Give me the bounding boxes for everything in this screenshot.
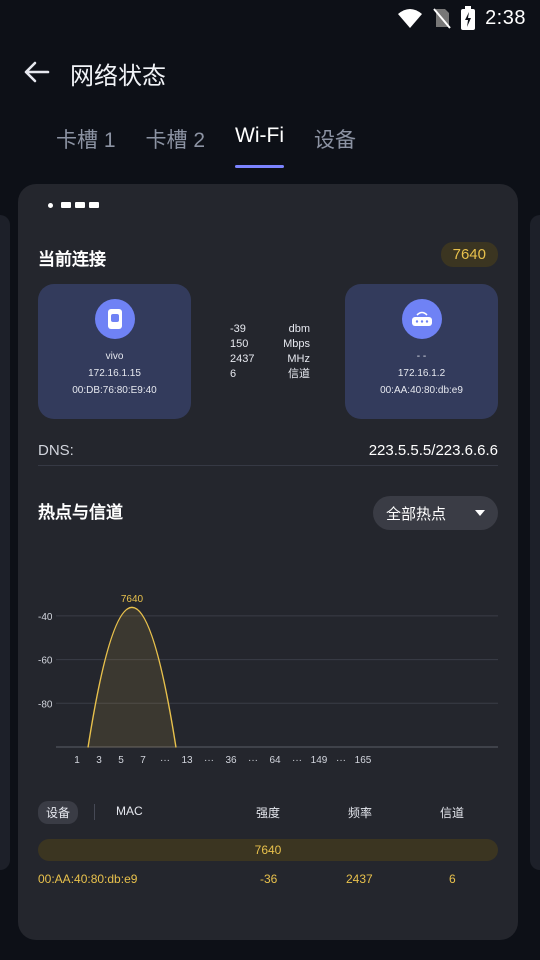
channel-value: 6 <box>230 368 237 380</box>
arrow-left-icon <box>24 61 50 83</box>
x-tick-label: ··· <box>292 755 302 766</box>
channel-column-header: 信道 <box>440 806 465 820</box>
adjacent-card-right[interactable] <box>530 215 540 870</box>
connection-panel: vivo 172.16.1.15 00:DB:76:80:E9:40 -39 db… <box>38 284 498 419</box>
x-tick-label: ··· <box>248 755 258 766</box>
client-name: vivo <box>105 351 124 362</box>
adjacent-card-left[interactable] <box>0 215 10 870</box>
x-tick-label: ··· <box>160 755 170 766</box>
frequency-unit: MHz <box>287 353 310 365</box>
tab-wifi[interactable]: Wi-Fi <box>235 124 284 168</box>
page-title: 网络状态 <box>70 63 166 90</box>
app-header: 网络状态 <box>0 50 540 94</box>
wifi-icon <box>398 9 423 28</box>
x-tick-label: 36 <box>225 755 237 766</box>
speed-unit: Mbps <box>283 338 310 350</box>
link-stats: -39 dbm 150 Mbps 2437 MHz 6 信道 <box>230 322 310 382</box>
hotspot-filter-value: 全部热点 <box>386 505 447 523</box>
dns-label: DNS: <box>38 442 74 459</box>
status-bar: 2:38 <box>0 0 540 36</box>
y-tick-label: -40 <box>38 612 53 623</box>
hotspot-filter-dropdown[interactable]: 全部热点 <box>373 496 498 530</box>
series-label: 7640 <box>121 594 144 605</box>
row-channel: 6 <box>449 872 456 886</box>
x-tick-label: ··· <box>204 755 214 766</box>
cut-off-header-text <box>48 202 99 208</box>
signal-value: -39 <box>230 323 246 335</box>
table-row[interactable]: 00:AA:40:80:db:e9 -36 2437 6 <box>38 870 498 890</box>
x-tick-label: 1 <box>74 755 80 766</box>
row-strength: -36 <box>260 872 278 886</box>
wifi-card: 当前连接 7640 vivo 172.16.1.15 00:DB:76:80:E… <box>18 184 518 940</box>
current-connection-title: 当前连接 <box>38 250 106 269</box>
y-tick-label: -60 <box>38 656 53 667</box>
phone-icon <box>94 299 135 339</box>
caret-down-icon <box>475 510 485 516</box>
battery-charging-icon <box>461 6 476 30</box>
x-tick-label: 13 <box>181 755 193 766</box>
client-device-box[interactable]: vivo 172.16.1.15 00:DB:76:80:E9:40 <box>38 284 191 419</box>
series-curve <box>87 606 177 748</box>
dns-value: 223.5.5.5/223.6.6.6 <box>368 442 498 459</box>
speed-value: 150 <box>230 338 249 350</box>
client-mac: 00:DB:76:80:E9:40 <box>72 385 157 396</box>
no-sim-icon <box>433 8 451 29</box>
dns-row: DNS: 223.5.5.5/223.6.6.6 <box>38 436 498 466</box>
clock: 2:38 <box>485 6 526 29</box>
client-ip: 172.16.1.15 <box>88 368 141 379</box>
device-column-chip[interactable]: 设备 <box>38 801 79 824</box>
tab-sim-1[interactable]: 卡槽 1 <box>56 124 116 168</box>
x-tick-label: 7 <box>140 755 146 766</box>
signal-unit: dbm <box>288 323 310 335</box>
tab-devices[interactable]: 设备 <box>314 124 356 168</box>
tab-bar: 卡槽 1 卡槽 2 Wi-Fi 设备 <box>56 124 356 168</box>
y-tick-label: -80 <box>38 699 53 710</box>
hotspot-table-header: 设备 MAC 强度 频率 信道 <box>38 801 498 824</box>
channel-unit: 信道 <box>288 368 310 380</box>
x-tick-label: 3 <box>96 755 102 766</box>
frequency-column-header: 频率 <box>348 806 373 820</box>
strength-column-header: 强度 <box>256 806 281 820</box>
tab-sim-2[interactable]: 卡槽 2 <box>146 124 206 168</box>
router-device-box[interactable]: - - 172.16.1.2 00:AA:40:80:db:e9 <box>345 284 498 419</box>
x-tick-label: 149 <box>311 755 328 766</box>
x-tick-label: 5 <box>118 755 124 766</box>
router-name: - - <box>416 351 427 362</box>
x-tick-label: 165 <box>355 755 372 766</box>
router-mac: 00:AA:40:80:db:e9 <box>380 385 463 396</box>
mac-column-header: MAC <box>116 804 143 818</box>
router-ip: 172.16.1.2 <box>397 368 446 379</box>
hotspot-channel-title: 热点与信道 <box>38 503 123 522</box>
ssid-badge: 7640 <box>440 242 498 267</box>
row-frequency: 2437 <box>346 872 373 886</box>
row-mac: 00:AA:40:80:db:e9 <box>38 872 138 886</box>
router-icon <box>401 299 442 339</box>
back-button[interactable] <box>18 54 54 90</box>
x-tick-label: ··· <box>336 755 346 766</box>
hotspot-ssid-row[interactable]: 7640 <box>38 839 498 861</box>
header-divider <box>94 804 95 820</box>
frequency-value: 2437 <box>230 353 255 365</box>
x-tick-label: 64 <box>269 755 281 766</box>
